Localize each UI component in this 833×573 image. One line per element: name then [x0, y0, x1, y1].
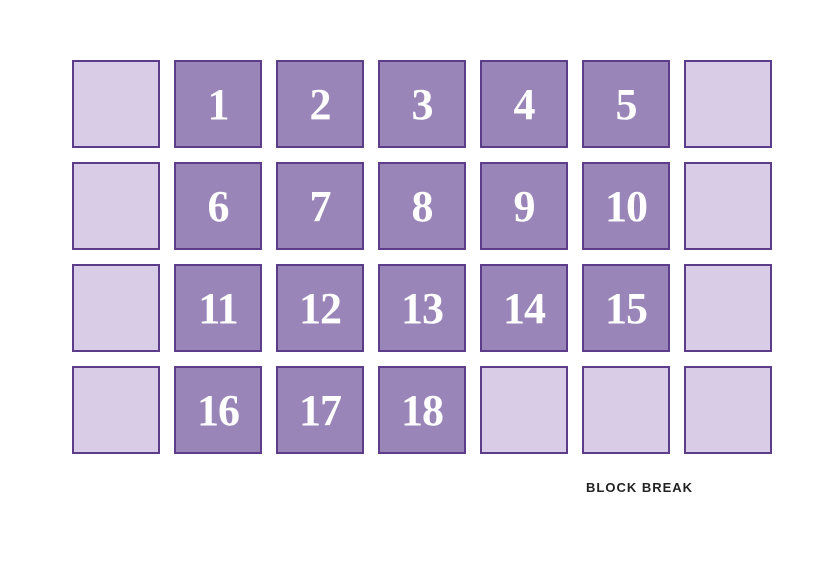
grid-cell-empty: [72, 162, 160, 250]
grid-cell-numbered: 7: [276, 162, 364, 250]
cell-number: 15: [605, 283, 647, 334]
cell-number: 7: [310, 181, 331, 232]
caption-label: BLOCK BREAK: [586, 480, 693, 495]
block-grid: 1 2 3 4 5 6 7 8 9 10 11 12 13 14 15 16 1…: [72, 60, 772, 454]
grid-cell-numbered: 4: [480, 60, 568, 148]
grid-cell-numbered: 18: [378, 366, 466, 454]
cell-number: 1: [208, 79, 229, 130]
grid-cell-empty: [480, 366, 568, 454]
cell-number: 8: [412, 181, 433, 232]
cell-number: 18: [401, 385, 443, 436]
cell-number: 4: [514, 79, 535, 130]
grid-cell-numbered: 3: [378, 60, 466, 148]
cell-number: 16: [197, 385, 239, 436]
grid-cell-numbered: 12: [276, 264, 364, 352]
grid-cell-numbered: 16: [174, 366, 262, 454]
cell-number: 6: [208, 181, 229, 232]
grid-cell-empty: [684, 264, 772, 352]
grid-cell-empty: [684, 366, 772, 454]
grid-cell-empty: [684, 60, 772, 148]
grid-cell-numbered: 8: [378, 162, 466, 250]
cell-number: 2: [310, 79, 331, 130]
grid-cell-numbered: 2: [276, 60, 364, 148]
cell-number: 11: [198, 283, 238, 334]
grid-cell-numbered: 9: [480, 162, 568, 250]
grid-cell-numbered: 13: [378, 264, 466, 352]
cell-number: 5: [616, 79, 637, 130]
grid-cell-numbered: 1: [174, 60, 262, 148]
grid-cell-empty: [72, 60, 160, 148]
grid-cell-numbered: 5: [582, 60, 670, 148]
grid-cell-numbered: 11: [174, 264, 262, 352]
cell-number: 13: [401, 283, 443, 334]
cell-number: 3: [412, 79, 433, 130]
grid-cell-empty: [684, 162, 772, 250]
grid-cell-empty: [72, 264, 160, 352]
grid-cell-numbered: 15: [582, 264, 670, 352]
cell-number: 14: [503, 283, 545, 334]
grid-cell-numbered: 10: [582, 162, 670, 250]
grid-cell-empty: [582, 366, 670, 454]
grid-cell-numbered: 17: [276, 366, 364, 454]
grid-cell-numbered: 14: [480, 264, 568, 352]
cell-number: 9: [514, 181, 535, 232]
grid-cell-numbered: 6: [174, 162, 262, 250]
grid-cell-empty: [72, 366, 160, 454]
cell-number: 12: [299, 283, 341, 334]
cell-number: 17: [299, 385, 341, 436]
cell-number: 10: [605, 181, 647, 232]
